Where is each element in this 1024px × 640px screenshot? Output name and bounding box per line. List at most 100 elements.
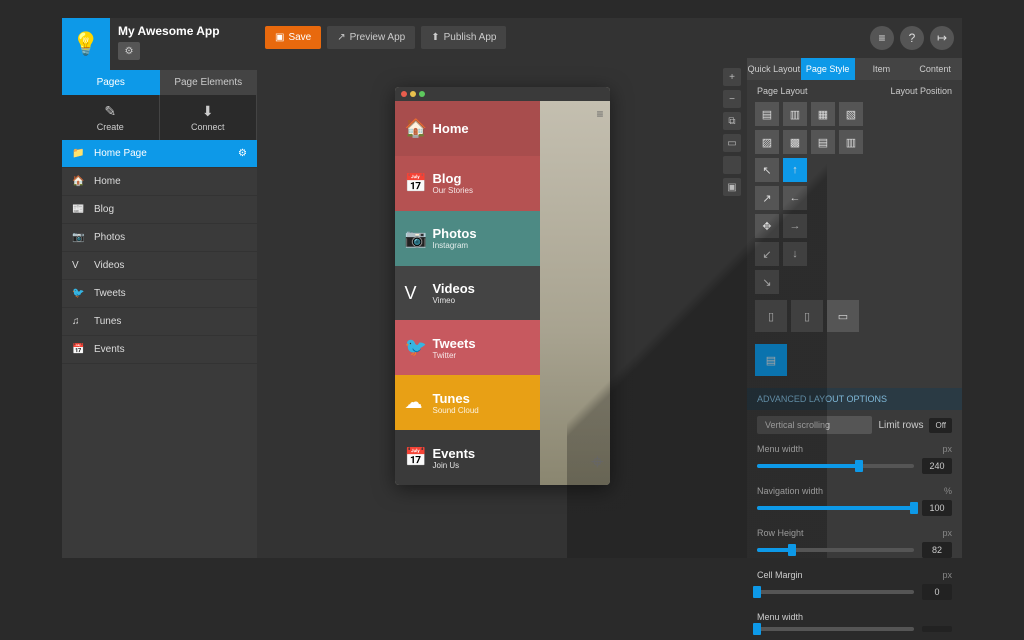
pos-l[interactable]: ←: [783, 186, 807, 210]
save-icon: ▣: [275, 32, 284, 43]
help-icon[interactable]: ?: [900, 26, 924, 50]
settings-button[interactable]: ⚙: [118, 42, 140, 60]
right-tab-content[interactable]: Content: [908, 58, 962, 80]
device-button[interactable]: ▭: [723, 134, 741, 152]
zoom-out-button[interactable]: −: [723, 90, 741, 108]
phone-menu-tunes[interactable]: ☁TunesSound Cloud: [395, 375, 540, 430]
phone-menu-events[interactable]: 📅 EventsJoin Us: [395, 430, 540, 485]
page-label: Tweets: [94, 288, 126, 299]
apple-button[interactable]: [723, 156, 741, 174]
phone-titlebar: [395, 87, 610, 101]
slider-value: 0: [922, 584, 952, 600]
right-tab-item[interactable]: Item: [855, 58, 909, 80]
zoom-in-button[interactable]: +: [723, 68, 741, 86]
phone-menu-photos[interactable]: 📷PhotosInstagram: [395, 211, 540, 266]
copy-button[interactable]: ⧉: [723, 112, 741, 130]
layout-opt-7[interactable]: ▤: [811, 130, 835, 154]
slider-value: 100: [922, 500, 952, 516]
pos-c[interactable]: ✥: [755, 214, 779, 238]
page-gear-icon[interactable]: ⚙: [238, 148, 247, 159]
page-item-blog[interactable]: 📰Blog: [62, 196, 257, 224]
right-tab-quick-layout[interactable]: Quick Layout: [747, 58, 801, 80]
page-item-tunes[interactable]: ♫Tunes: [62, 308, 257, 336]
layout-preset-1[interactable]: ▯: [755, 300, 787, 332]
scroll-select[interactable]: Vertical scrolling: [757, 416, 872, 434]
page-icon: 📅: [72, 344, 86, 355]
layout-opt-6[interactable]: ▩: [783, 130, 807, 154]
layout-opt-1[interactable]: ▤: [755, 102, 779, 126]
phone-photo: ≡ ⌖: [540, 101, 610, 485]
phone-menu-tweets[interactable]: 🐦TweetsTwitter: [395, 320, 540, 375]
pos-b[interactable]: ↓: [783, 242, 807, 266]
slider-label: Cell Margin: [757, 570, 803, 580]
slider-track[interactable]: [757, 548, 914, 552]
min-dot: [410, 91, 416, 97]
pos-tl[interactable]: ↖: [755, 158, 779, 182]
slider-label: Menu width: [757, 444, 803, 454]
android-button[interactable]: ▣: [723, 178, 741, 196]
limit-rows-toggle[interactable]: Off: [929, 418, 952, 433]
pos-br[interactable]: ↘: [755, 270, 779, 294]
layout-opt-8[interactable]: ▥: [839, 130, 863, 154]
app-logo: 💡: [62, 18, 110, 70]
layout-opt-5[interactable]: ▨: [755, 130, 779, 154]
list-icon[interactable]: ≡: [870, 26, 894, 50]
slider-label: Navigation width: [757, 486, 823, 496]
layout-opt-2[interactable]: ▥: [783, 102, 807, 126]
top-icon-bar: ≡ ? ↦: [747, 18, 962, 58]
right-panel: ≡ ? ↦ Quick LayoutPage StyleItemContent …: [747, 18, 962, 558]
slider-track[interactable]: [757, 506, 914, 510]
layout-opt-4[interactable]: ▧: [839, 102, 863, 126]
menu-title: Videos: [433, 281, 475, 296]
layout-preset-4[interactable]: ▤: [755, 344, 787, 376]
preview-button[interactable]: ↗Preview App: [327, 26, 415, 49]
phone-menu-home[interactable]: 🏠Home: [395, 101, 540, 156]
slider-unit: px: [942, 570, 952, 580]
pos-t[interactable]: ↑: [783, 158, 807, 182]
slider-track[interactable]: [757, 627, 914, 631]
sidebar-tab-1[interactable]: Page Elements: [160, 70, 258, 95]
menu-subtitle: Our Stories: [433, 186, 473, 195]
events-icon: 📅: [405, 447, 425, 468]
hamburger-icon[interactable]: ≡: [596, 107, 603, 121]
page-item-tweets[interactable]: 🐦Tweets: [62, 280, 257, 308]
menu-subtitle: Sound Cloud: [433, 406, 479, 415]
page-item-home[interactable]: 🏠Home: [62, 168, 257, 196]
slider-label: Row Height: [757, 528, 804, 538]
layout-preset-2[interactable]: ▯: [791, 300, 823, 332]
slider-unit: px: [942, 444, 952, 454]
phone-menu-videos[interactable]: VVideosVimeo: [395, 266, 540, 321]
canvas-area: ▣Save ↗Preview App ⬆Publish App 🏠Home📅Bl…: [257, 18, 747, 558]
pos-r[interactable]: →: [783, 214, 807, 238]
sidebar-action-create[interactable]: ✎Create: [62, 95, 160, 140]
menu-title: Events: [433, 446, 476, 461]
slider-menu-width: Menu width: [747, 608, 962, 640]
slider-track[interactable]: [757, 590, 914, 594]
sidebar-action-connect[interactable]: ⬇Connect: [160, 95, 258, 140]
layout-opt-3[interactable]: ▦: [811, 102, 835, 126]
exit-icon[interactable]: ↦: [930, 26, 954, 50]
page-item-photos[interactable]: 📷Photos: [62, 224, 257, 252]
page-icon: 📁: [72, 148, 86, 159]
save-button[interactable]: ▣Save: [265, 26, 321, 49]
pos-tr[interactable]: ↗: [755, 186, 779, 210]
photos-icon: 📷: [405, 228, 425, 249]
tweets-icon: 🐦: [405, 337, 425, 358]
tunes-icon: ☁: [405, 392, 425, 413]
menu-title: Photos: [433, 226, 477, 241]
create-icon: ✎: [62, 103, 159, 120]
slider-track[interactable]: [757, 464, 914, 468]
page-item-videos[interactable]: VVideos: [62, 252, 257, 280]
page-item-home-page[interactable]: 📁Home Page⚙: [62, 140, 257, 168]
pos-bl[interactable]: ↙: [755, 242, 779, 266]
layout-preset-3[interactable]: ▭: [827, 300, 859, 332]
top-toolbar: ▣Save ↗Preview App ⬆Publish App: [257, 18, 747, 57]
menu-subtitle: Join Us: [433, 461, 476, 470]
right-tab-page-style[interactable]: Page Style: [801, 58, 855, 80]
view-toolbar: + − ⧉ ▭ ▣: [723, 68, 741, 196]
sidebar-tab-0[interactable]: Pages: [62, 70, 160, 95]
phone-menu-blog[interactable]: 📅BlogOur Stories: [395, 156, 540, 211]
publish-button[interactable]: ⬆Publish App: [421, 26, 506, 49]
page-item-events[interactable]: 📅Events: [62, 336, 257, 364]
home-icon: 🏠: [405, 118, 425, 139]
